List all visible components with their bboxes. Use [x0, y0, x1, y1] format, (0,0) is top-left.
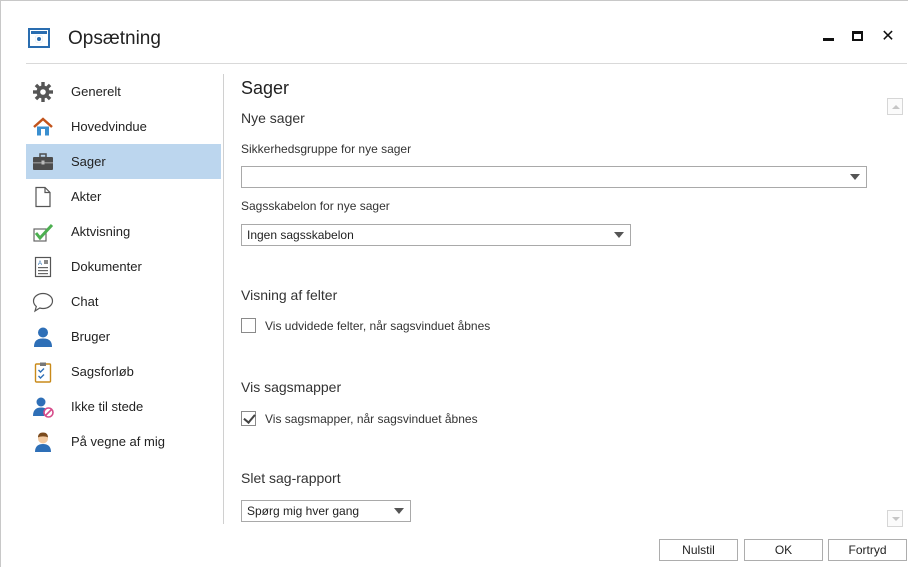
sidebar-item-akter[interactable]: Akter [26, 179, 221, 214]
sidebar-item-pa-vegne-af-mig[interactable]: På vegne af mig [26, 424, 221, 459]
chevron-down-icon [394, 508, 404, 514]
sidebar-item-label: Sagsforløb [71, 364, 134, 379]
sidebar-item-ikke-til-stede[interactable]: Ikke til stede [26, 389, 221, 424]
close-icon: ✕ [881, 28, 895, 45]
sidebar-divider [223, 74, 224, 524]
user-icon [32, 326, 54, 348]
sidebar-item-dokumenter[interactable]: A Dokumenter [26, 249, 221, 284]
section-heading-case-folders: Vis sagsmapper [241, 379, 342, 395]
sidebar-item-hovedvindue[interactable]: Hovedvindue [26, 109, 221, 144]
delete-report-select[interactable]: Spørg mig hver gang [241, 500, 411, 522]
title-divider [26, 63, 907, 64]
section-heading-new-cases: Nye sager [241, 110, 305, 126]
template-select[interactable]: Ingen sagsskabelon [241, 224, 631, 246]
settings-app-icon [28, 28, 50, 48]
settings-window: Opsætning ✕ Generelt Hovedvindue Sager A… [0, 0, 908, 567]
case-folders-label: Vis sagsmapper, når sagsvinduet åbnes [265, 411, 478, 426]
settings-sidebar: Generelt Hovedvindue Sager Akter Aktvisn… [26, 74, 221, 459]
minimize-button[interactable] [813, 23, 843, 49]
checkmark-icon [32, 221, 54, 243]
svg-text:A: A [38, 261, 42, 267]
extended-fields-label: Vis udvidede felter, når sagsvinduet åbn… [265, 318, 491, 333]
template-label: Sagsskabelon for nye sager [241, 199, 390, 213]
extended-fields-checkbox[interactable] [241, 318, 256, 333]
sidebar-item-label: Hovedvindue [71, 119, 147, 134]
sidebar-item-aktvisning[interactable]: Aktvisning [26, 214, 221, 249]
chat-bubble-icon [32, 291, 54, 313]
clipboard-icon [32, 361, 54, 383]
maximize-icon [851, 31, 863, 41]
sidebar-item-label: Ikke til stede [71, 399, 144, 414]
gear-icon [32, 81, 54, 103]
sidebar-item-label: Chat [71, 294, 99, 309]
sidebar-item-bruger[interactable]: Bruger [26, 319, 221, 354]
sidebar-item-chat[interactable]: Chat [26, 284, 221, 319]
home-icon [32, 116, 54, 138]
sidebar-item-label: Akter [71, 189, 102, 204]
close-button[interactable]: ✕ [873, 23, 903, 49]
title-bar[interactable]: Opsætning ✕ [1, 1, 908, 53]
briefcase-icon [32, 151, 54, 173]
delete-report-value: Spørg mig hver gang [247, 504, 360, 518]
security-group-select[interactable] [241, 166, 867, 188]
template-value: Ingen sagsskabelon [247, 228, 354, 242]
section-heading-field-display: Visning af felter [241, 287, 338, 303]
section-heading-delete-report: Slet sag-rapport [241, 470, 341, 486]
sidebar-item-sager[interactable]: Sager [26, 144, 221, 179]
sidebar-item-label: Sager [71, 154, 106, 169]
text-document-icon: A [32, 256, 54, 278]
chevron-down-icon [850, 174, 860, 180]
sidebar-item-label: Dokumenter [71, 259, 142, 274]
blank-document-icon [32, 186, 54, 208]
case-folders-checkbox[interactable] [241, 411, 256, 426]
scroll-down-button[interactable] [887, 510, 903, 527]
page-title: Sager [241, 78, 290, 98]
sidebar-item-label: Bruger [71, 329, 111, 344]
sidebar-item-label: Generelt [71, 84, 121, 99]
scroll-up-button[interactable] [887, 98, 903, 115]
sidebar-item-sagsforlob[interactable]: Sagsforløb [26, 354, 221, 389]
scroll-up-icon [892, 105, 900, 109]
maximize-button[interactable] [842, 23, 872, 49]
window-title: Opsætning [68, 28, 161, 49]
user-away-icon [32, 396, 54, 418]
vertical-scrollbar[interactable] [887, 98, 904, 527]
case-folders-option[interactable]: Vis sagsmapper, når sagsvinduet åbnes [241, 411, 478, 426]
cancel-button[interactable]: Fortryd [828, 539, 907, 561]
scroll-down-icon [892, 517, 900, 521]
minimize-icon [822, 37, 834, 41]
sidebar-item-label: På vegne af mig [71, 434, 165, 449]
sidebar-item-label: Aktvisning [71, 224, 131, 239]
security-group-label: Sikkerhedsgruppe for nye sager [241, 142, 412, 156]
reset-button[interactable]: Nulstil [659, 539, 738, 561]
user-delegate-icon [32, 431, 54, 453]
sidebar-item-generelt[interactable]: Generelt [26, 74, 221, 109]
extended-fields-option[interactable]: Vis udvidede felter, når sagsvinduet åbn… [241, 318, 490, 333]
chevron-down-icon [614, 232, 624, 238]
ok-button[interactable]: OK [744, 539, 823, 561]
